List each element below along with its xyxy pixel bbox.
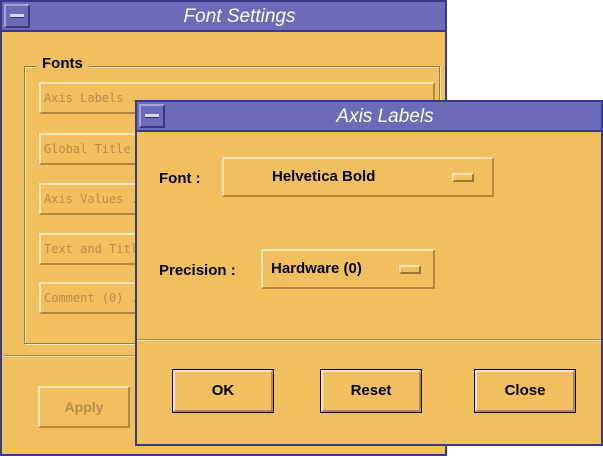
font-label: Font : (159, 170, 201, 187)
precision-option-value: Hardware (0) (271, 260, 362, 277)
precision-option-menu[interactable]: Hardware (0) (261, 249, 435, 289)
dialog-title: Axis Labels (336, 106, 434, 127)
option-menu-indicator-icon (399, 265, 421, 274)
font-settings-titlebar[interactable]: Font Settings (2, 2, 445, 32)
precision-label: Precision : (159, 262, 236, 279)
fonts-group-title: Fonts (36, 55, 89, 73)
minus-icon (10, 14, 24, 18)
close-button[interactable]: Close (474, 369, 576, 413)
window-menu-button[interactable] (4, 4, 30, 28)
axis-labels-dialog: Axis Labels Font : Helvetica Bold Precis… (135, 100, 603, 446)
font-option-value: Helvetica Bold (272, 168, 376, 185)
option-menu-indicator-icon (452, 173, 474, 182)
minus-icon (145, 114, 159, 118)
axis-labels-titlebar[interactable]: Axis Labels (137, 102, 601, 132)
ok-button[interactable]: OK (172, 369, 274, 413)
window-title: Font Settings (183, 6, 296, 27)
apply-button[interactable]: Apply (38, 386, 130, 428)
window-menu-button[interactable] (139, 104, 165, 128)
reset-button[interactable]: Reset (320, 369, 422, 413)
font-option-menu[interactable]: Helvetica Bold (222, 157, 494, 197)
separator (137, 339, 601, 341)
